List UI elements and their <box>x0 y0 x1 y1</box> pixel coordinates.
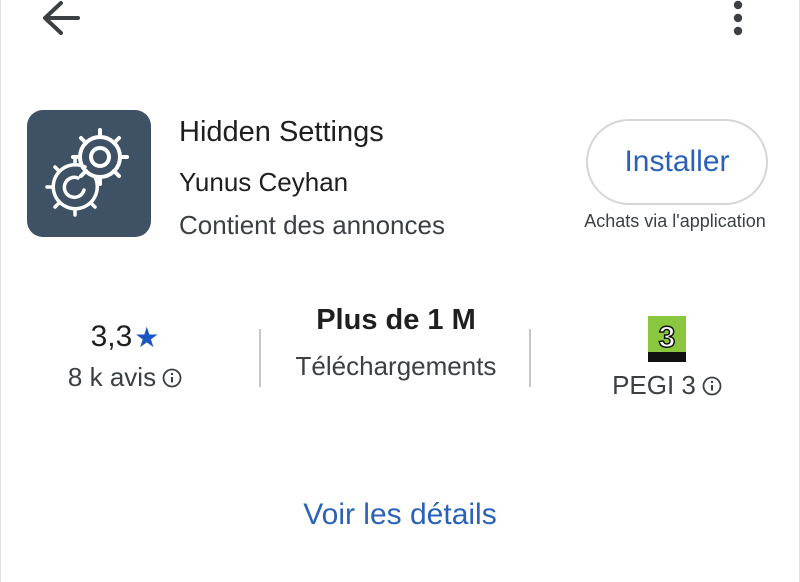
reviews-count: 8 k avis <box>67 362 157 392</box>
back-button[interactable] <box>40 0 86 40</box>
pegi-badge-number: 3 <box>659 321 676 354</box>
developer-link[interactable]: Yunus Ceyhan <box>179 167 348 198</box>
more-vertical-icon <box>733 0 743 36</box>
pegi-badge-icon: 3 <box>648 316 686 362</box>
contains-ads-label: Contient des annonces <box>179 210 445 240</box>
downloads-label: Téléchargements <box>295 351 497 381</box>
app-title: Hidden Settings <box>179 116 384 148</box>
see-details-link[interactable]: Voir les détails <box>0 498 800 532</box>
install-button[interactable]: Installer <box>586 119 768 205</box>
age-rating-row: PEGI 3 <box>612 370 722 401</box>
age-rating-stat[interactable]: 3 PEGI 3 <box>592 316 742 401</box>
arrow-back-icon <box>43 1 80 35</box>
star-icon: ★ <box>134 321 160 353</box>
reviews-count-row: 8 k avis <box>68 362 182 393</box>
rating-value-row: 3,3 ★ <box>50 320 200 354</box>
stat-divider <box>259 329 261 387</box>
rating-stat[interactable]: 3,3 ★ 8 k avis <box>50 320 200 393</box>
age-rating-label: PEGI 3 <box>612 370 696 400</box>
frame-border-left <box>0 0 1 582</box>
stat-divider <box>529 329 531 387</box>
downloads-value: Plus de 1 M <box>316 304 476 336</box>
in-app-purchases-note: Achats via l'application <box>584 211 766 231</box>
info-icon <box>702 376 722 395</box>
app-icon[interactable] <box>27 110 151 237</box>
downloads-stat: Plus de 1 M Téléchargements <box>282 304 510 383</box>
info-icon <box>162 368 182 387</box>
rating-value: 3,3 <box>90 320 133 353</box>
gears-icon <box>45 128 129 217</box>
more-options-button[interactable] <box>722 0 754 40</box>
